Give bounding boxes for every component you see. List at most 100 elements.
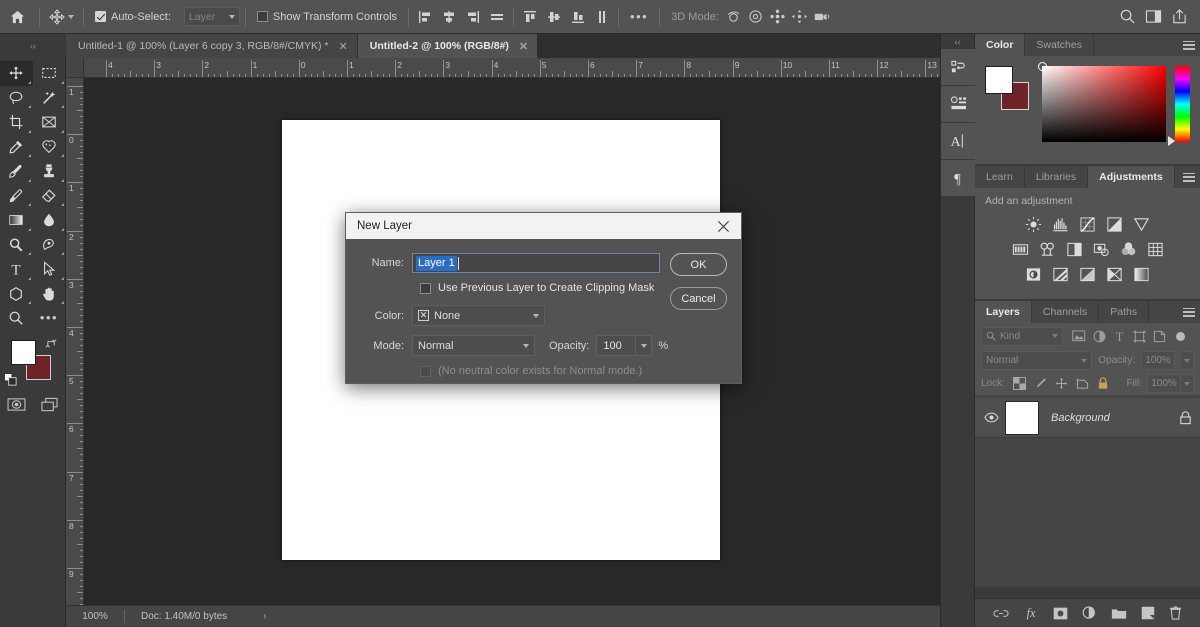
black-white-icon[interactable] <box>1064 239 1084 259</box>
distribute-vertically-icon[interactable] <box>591 6 613 28</box>
fill-stepper-icon[interactable] <box>1181 374 1194 393</box>
invert-icon[interactable] <box>1024 264 1044 284</box>
pan-3d-icon[interactable] <box>767 6 789 28</box>
tool-dodge[interactable] <box>0 233 33 258</box>
tool-brush[interactable] <box>0 159 33 184</box>
close-icon[interactable]: ✕ <box>339 40 348 53</box>
tool-spot-healing-brush[interactable] <box>33 135 66 160</box>
properties-panel-icon[interactable] <box>941 86 976 123</box>
delete-layer-icon[interactable] <box>1169 606 1182 620</box>
panel-menu-icon[interactable] <box>1178 301 1200 323</box>
screen-mode-icon[interactable] <box>40 397 59 413</box>
auto-select-scope-dropdown[interactable]: Layer <box>184 7 240 26</box>
align-right-edges-icon[interactable] <box>462 6 484 28</box>
layer-visibility-eye-icon[interactable] <box>981 412 1001 423</box>
color-lookup-icon[interactable] <box>1145 239 1165 259</box>
selective-color-icon[interactable] <box>1105 264 1125 284</box>
zoom-level[interactable]: 100% <box>66 611 124 622</box>
lock-all-icon[interactable] <box>1097 377 1109 390</box>
share-icon[interactable] <box>1168 6 1190 28</box>
align-left-edges-icon[interactable] <box>414 6 436 28</box>
tab-bar-collapse-handle[interactable]: ‹‹ <box>0 34 66 58</box>
filter-pixel-icon[interactable] <box>1072 330 1086 342</box>
home-icon[interactable] <box>0 0 34 34</box>
roll-3d-icon[interactable] <box>745 6 767 28</box>
posterize-icon[interactable] <box>1051 264 1071 284</box>
cancel-button[interactable]: Cancel <box>670 287 727 310</box>
layer-name[interactable]: Background <box>1051 412 1179 424</box>
layer-name-input[interactable]: Layer 1 <box>412 253 660 273</box>
filter-adjustment-icon[interactable] <box>1093 330 1106 343</box>
ruler-corner[interactable] <box>66 58 84 78</box>
tool-magic-wand[interactable] <box>33 86 66 111</box>
tool-history-brush[interactable] <box>0 184 33 209</box>
filter-enable-toggle[interactable] <box>1176 332 1185 341</box>
gradient-map-icon[interactable] <box>1132 264 1152 284</box>
foreground-color-swatch[interactable] <box>11 340 36 365</box>
filter-kind-dropdown[interactable]: Kind <box>981 327 1063 346</box>
tool-zoom[interactable] <box>0 306 33 331</box>
tab-adjustments[interactable]: Adjustments <box>1088 166 1175 188</box>
close-icon[interactable]: ✕ <box>519 40 528 53</box>
foreground-color-swatch[interactable] <box>985 66 1013 94</box>
filter-smart-object-icon[interactable] <box>1153 330 1166 343</box>
horizontal-ruler[interactable]: 43210123456789101112131 <box>84 58 940 78</box>
color-field[interactable] <box>1042 66 1166 142</box>
tab-learn[interactable]: Learn <box>975 166 1025 188</box>
filter-type-icon[interactable]: T <box>1113 330 1126 343</box>
distribute-horizontally-icon[interactable] <box>486 6 508 28</box>
tool-rectangular-marquee[interactable] <box>33 61 66 86</box>
tool-hand[interactable] <box>33 282 66 307</box>
tool-lasso[interactable] <box>0 86 33 111</box>
opacity-value[interactable]: 100% <box>1141 351 1175 370</box>
tool-move[interactable] <box>0 61 33 86</box>
history-panel-icon[interactable] <box>941 49 976 86</box>
tool-edit-toolbar[interactable]: ••• <box>33 306 66 331</box>
tool-polygon-shape[interactable] <box>0 282 33 307</box>
auto-select-checkbox[interactable]: Auto-Select: <box>89 0 177 34</box>
new-layer-dialog[interactable]: New Layer Name: Layer 1 Use Previous Lay… <box>345 212 742 384</box>
vertical-ruler[interactable]: 1012345678910 <box>66 78 84 605</box>
hue-spectrum-slider[interactable] <box>1175 66 1190 142</box>
character-panel-icon[interactable]: A <box>941 123 976 160</box>
tab-color[interactable]: Color <box>975 34 1025 56</box>
status-expand-icon[interactable]: › <box>227 611 266 622</box>
ok-button[interactable]: OK <box>670 253 727 276</box>
lock-image-pixels-icon[interactable] <box>1034 377 1047 390</box>
align-bottom-edges-icon[interactable] <box>567 6 589 28</box>
new-adjustment-layer-icon[interactable] <box>1082 606 1097 620</box>
tool-pen[interactable] <box>33 233 66 258</box>
photo-filter-icon[interactable] <box>1091 239 1111 259</box>
tab-layers[interactable]: Layers <box>975 301 1032 323</box>
opacity-input[interactable]: 100 <box>596 335 636 356</box>
layer-style-fx-icon[interactable]: fx <box>1023 606 1039 620</box>
panel-menu-icon[interactable] <box>1178 166 1200 188</box>
brightness-contrast-icon[interactable] <box>1024 214 1044 234</box>
workspace-icon[interactable] <box>1142 6 1164 28</box>
tab-channels[interactable]: Channels <box>1032 301 1099 323</box>
panel-menu-icon[interactable] <box>1178 34 1200 56</box>
more-options-button[interactable]: ••• <box>624 0 654 34</box>
hue-saturation-icon[interactable] <box>1010 239 1030 259</box>
table-row[interactable]: Background <box>975 398 1200 438</box>
document-tab-untitled-2[interactable]: Untitled-2 @ 100% (RGB/8#) ✕ <box>358 34 538 58</box>
tool-horizontal-type[interactable]: T <box>0 257 33 282</box>
new-group-icon[interactable] <box>1111 607 1127 620</box>
link-layers-icon[interactable] <box>993 608 1009 619</box>
tool-crop[interactable] <box>0 110 33 135</box>
curves-icon[interactable] <box>1078 214 1098 234</box>
tool-frame[interactable] <box>33 110 66 135</box>
tab-libraries[interactable]: Libraries <box>1025 166 1088 188</box>
document-tab-untitled-1[interactable]: Untitled-1 @ 100% (Layer 6 copy 3, RGB/8… <box>66 34 358 58</box>
search-icon[interactable] <box>1116 6 1138 28</box>
layer-thumbnail[interactable] <box>1005 401 1039 435</box>
align-horizontal-centers-icon[interactable] <box>438 6 460 28</box>
lock-position-icon[interactable] <box>1055 377 1068 390</box>
fill-value[interactable]: 100% <box>1147 374 1181 393</box>
slide-3d-icon[interactable] <box>789 6 811 28</box>
quick-mask-icon[interactable] <box>7 397 26 413</box>
collapse-panels-icon[interactable]: ‹‹ <box>941 34 974 49</box>
opacity-stepper-icon[interactable] <box>636 335 652 356</box>
new-layer-icon[interactable] <box>1141 606 1155 620</box>
active-tool-preset[interactable] <box>45 0 78 34</box>
